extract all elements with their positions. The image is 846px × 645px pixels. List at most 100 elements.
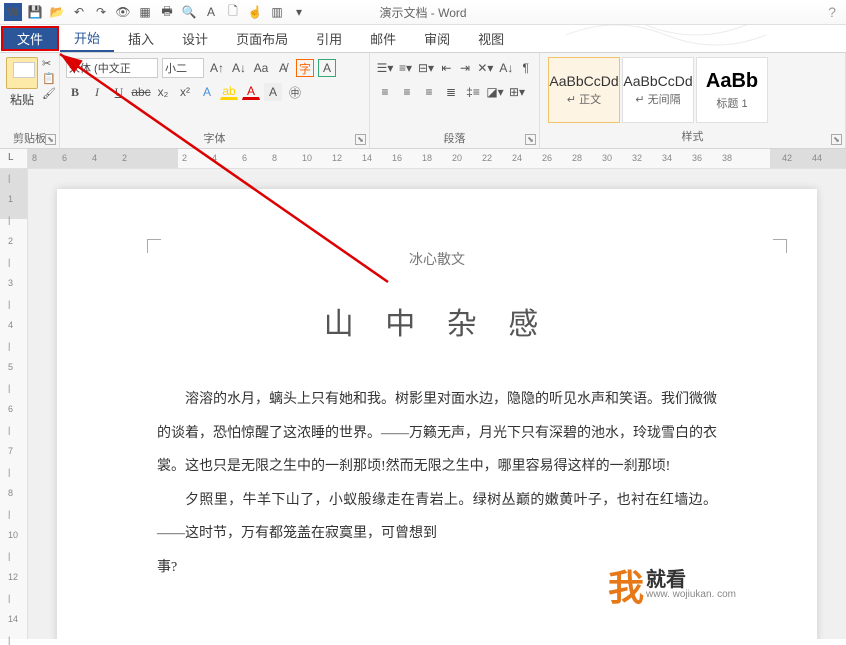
- format-painter-icon[interactable]: 🖌: [42, 87, 56, 100]
- tab-mail[interactable]: 邮件: [356, 25, 410, 52]
- style-name: ↵ 正文: [567, 91, 601, 107]
- paste-button[interactable]: 粘贴: [6, 57, 38, 108]
- help-icon[interactable]: ?: [828, 4, 836, 20]
- watermark-char: 我: [608, 559, 644, 611]
- ribbon-tabs: 文件 开始 插入 设计 页面布局 引用 邮件 审阅 视图: [0, 25, 846, 53]
- enclose-char-icon[interactable]: ㊥: [286, 83, 304, 101]
- subscript-button[interactable]: x₂: [154, 83, 172, 101]
- group-paragraph: ☰▾ ≡▾ ⊟▾ ⇤ ⇥ ✕▾ A↓ ¶ ≡ ≡ ≡ ≣ ‡≡ ◪▾ ⊞▾ 段落…: [370, 53, 540, 148]
- style-normal[interactable]: AaBbCcDd ↵ 正文: [548, 57, 620, 123]
- change-case-icon[interactable]: Aa: [252, 59, 270, 77]
- undo-icon[interactable]: ↶: [70, 3, 88, 21]
- superscript-button[interactable]: x²: [176, 83, 194, 101]
- cut-icon[interactable]: ✂: [42, 57, 56, 70]
- highlight-icon[interactable]: ab: [220, 85, 238, 100]
- sort-icon[interactable]: A↓: [498, 59, 514, 77]
- char-shading-icon[interactable]: A: [264, 83, 282, 101]
- asian-layout-icon[interactable]: ✕▾: [476, 59, 494, 77]
- style-preview: AaBb: [706, 70, 758, 93]
- style-nospacing[interactable]: AaBbCcDd ↵ 无间隔: [622, 57, 694, 123]
- margin-mark-tl: [147, 239, 161, 253]
- inc-indent-icon[interactable]: ⇥: [458, 59, 473, 77]
- style-preview: AaBbCcDd: [623, 73, 692, 89]
- font-color-icon[interactable]: A: [242, 85, 260, 100]
- font-family-select[interactable]: 宋体 (中文正: [66, 58, 158, 78]
- app-icon: W: [4, 3, 22, 21]
- strike-button[interactable]: abc: [132, 83, 150, 101]
- title-bar: W 💾 📂 ↶ ↷ 👁 ▦ 🖶 🔍 A 🗋 ☝ ▥ ▾ 演示文档 - Word …: [0, 0, 846, 25]
- paragraph-1: 溶溶的水月，螭头上只有她和我。树影里对面水边，隐隐的听见水声和笑语。我们微微的谈…: [157, 383, 717, 484]
- align-right-icon[interactable]: ≡: [420, 83, 438, 101]
- preview-icon[interactable]: 👁: [114, 3, 132, 21]
- tab-layout[interactable]: 页面布局: [222, 25, 302, 52]
- quick-print-icon[interactable]: 🖶: [158, 3, 176, 21]
- styles-launcher[interactable]: ⬊: [831, 134, 842, 145]
- clipboard-launcher[interactable]: ⬊: [45, 134, 56, 145]
- watermark-text: 就看: [646, 570, 736, 590]
- new-icon[interactable]: 🗋: [224, 3, 242, 21]
- line-spacing-icon[interactable]: ‡≡: [464, 83, 482, 101]
- watermark: 我 就看 www. wojiukan. com: [608, 559, 736, 611]
- bold-button[interactable]: B: [66, 83, 84, 101]
- save-icon[interactable]: 💾: [26, 3, 44, 21]
- quick-access-toolbar: W 💾 📂 ↶ ↷ 👁 ▦ 🖶 🔍 A 🗋 ☝ ▥ ▾: [4, 3, 308, 21]
- redo-icon[interactable]: ↷: [92, 3, 110, 21]
- group-label-styles: 样式: [548, 126, 837, 144]
- ruler-vertical[interactable]: |1|2|3|4|5|6|7|8|10|12|14|: [0, 169, 28, 639]
- show-marks-icon[interactable]: ¶: [518, 59, 533, 77]
- tab-review[interactable]: 审阅: [410, 25, 464, 52]
- zoom-icon[interactable]: A: [202, 3, 220, 21]
- watermark-url: www. wojiukan. com: [646, 590, 736, 600]
- bullets-icon[interactable]: ☰▾: [376, 59, 394, 77]
- open-icon[interactable]: 📂: [48, 3, 66, 21]
- doc-subtitle: 冰心散文: [157, 249, 717, 269]
- style-preview: AaBbCcDd: [549, 73, 618, 89]
- phonetic-icon[interactable]: 字: [296, 59, 314, 77]
- document-title: 演示文档 - Word: [379, 4, 466, 21]
- group-label-font: 字体: [66, 128, 363, 146]
- style-name: 标题 1: [716, 95, 747, 111]
- print-icon[interactable]: ▦: [136, 3, 154, 21]
- borders-icon[interactable]: ⊞▾: [508, 83, 526, 101]
- font-size-select[interactable]: 小二: [162, 58, 204, 78]
- tab-home[interactable]: 开始: [60, 25, 114, 52]
- tab-view[interactable]: 视图: [464, 25, 518, 52]
- align-left-icon[interactable]: ≡: [376, 83, 394, 101]
- grow-font-icon[interactable]: A↑: [208, 59, 226, 77]
- dec-indent-icon[interactable]: ⇤: [439, 59, 454, 77]
- shading-icon[interactable]: ◪▾: [486, 83, 504, 101]
- italic-button[interactable]: I: [88, 83, 106, 101]
- doc-title: 山 中 杂 感: [157, 299, 717, 343]
- ribbon: 粘贴 ✂ 📋 🖌 剪贴板 ⬊ 宋体 (中文正 小二 A↑ A↓ Aa A̸ 字: [0, 53, 846, 149]
- group-label-paragraph: 段落: [376, 128, 533, 146]
- paste-label: 粘贴: [10, 91, 34, 108]
- dropdown-icon[interactable]: ▾: [290, 3, 308, 21]
- paste-icon: [6, 57, 38, 89]
- char-border-icon[interactable]: A: [318, 59, 336, 77]
- tab-insert[interactable]: 插入: [114, 25, 168, 52]
- tab-selector[interactable]: L: [0, 149, 28, 168]
- numbering-icon[interactable]: ≡▾: [398, 59, 413, 77]
- more1-icon[interactable]: ▥: [268, 3, 286, 21]
- tab-file[interactable]: 文件: [1, 26, 59, 51]
- underline-button[interactable]: U: [110, 83, 128, 101]
- tab-references[interactable]: 引用: [302, 25, 356, 52]
- ruler-horizontal[interactable]: L 86422468101214161820222426283032343638…: [0, 149, 846, 169]
- margin-mark-tr: [773, 239, 787, 253]
- paragraph-launcher[interactable]: ⬊: [525, 134, 536, 145]
- clear-format-icon[interactable]: A̸: [274, 59, 292, 77]
- justify-icon[interactable]: ≣: [442, 83, 460, 101]
- style-heading1[interactable]: AaBb 标题 1: [696, 57, 768, 123]
- text-effects-icon[interactable]: A: [198, 83, 216, 101]
- font-launcher[interactable]: ⬊: [355, 134, 366, 145]
- shrink-font-icon[interactable]: A↓: [230, 59, 248, 77]
- tab-design[interactable]: 设计: [168, 25, 222, 52]
- touch-icon[interactable]: ☝: [246, 3, 264, 21]
- copy-icon[interactable]: 📋: [42, 72, 56, 85]
- multilevel-icon[interactable]: ⊟▾: [417, 59, 435, 77]
- group-styles: AaBbCcDd ↵ 正文 AaBbCcDd ↵ 无间隔 AaBb 标题 1 样…: [540, 53, 846, 148]
- paragraph-2: 夕照里，牛羊下山了，小蚁般缘走在青岩上。绿树丛巅的嫩黄叶子，也衬在红墙边。——这…: [157, 484, 717, 551]
- find-icon[interactable]: 🔍: [180, 3, 198, 21]
- align-center-icon[interactable]: ≡: [398, 83, 416, 101]
- group-font: 宋体 (中文正 小二 A↑ A↓ Aa A̸ 字 A B I U abc x₂ …: [60, 53, 370, 148]
